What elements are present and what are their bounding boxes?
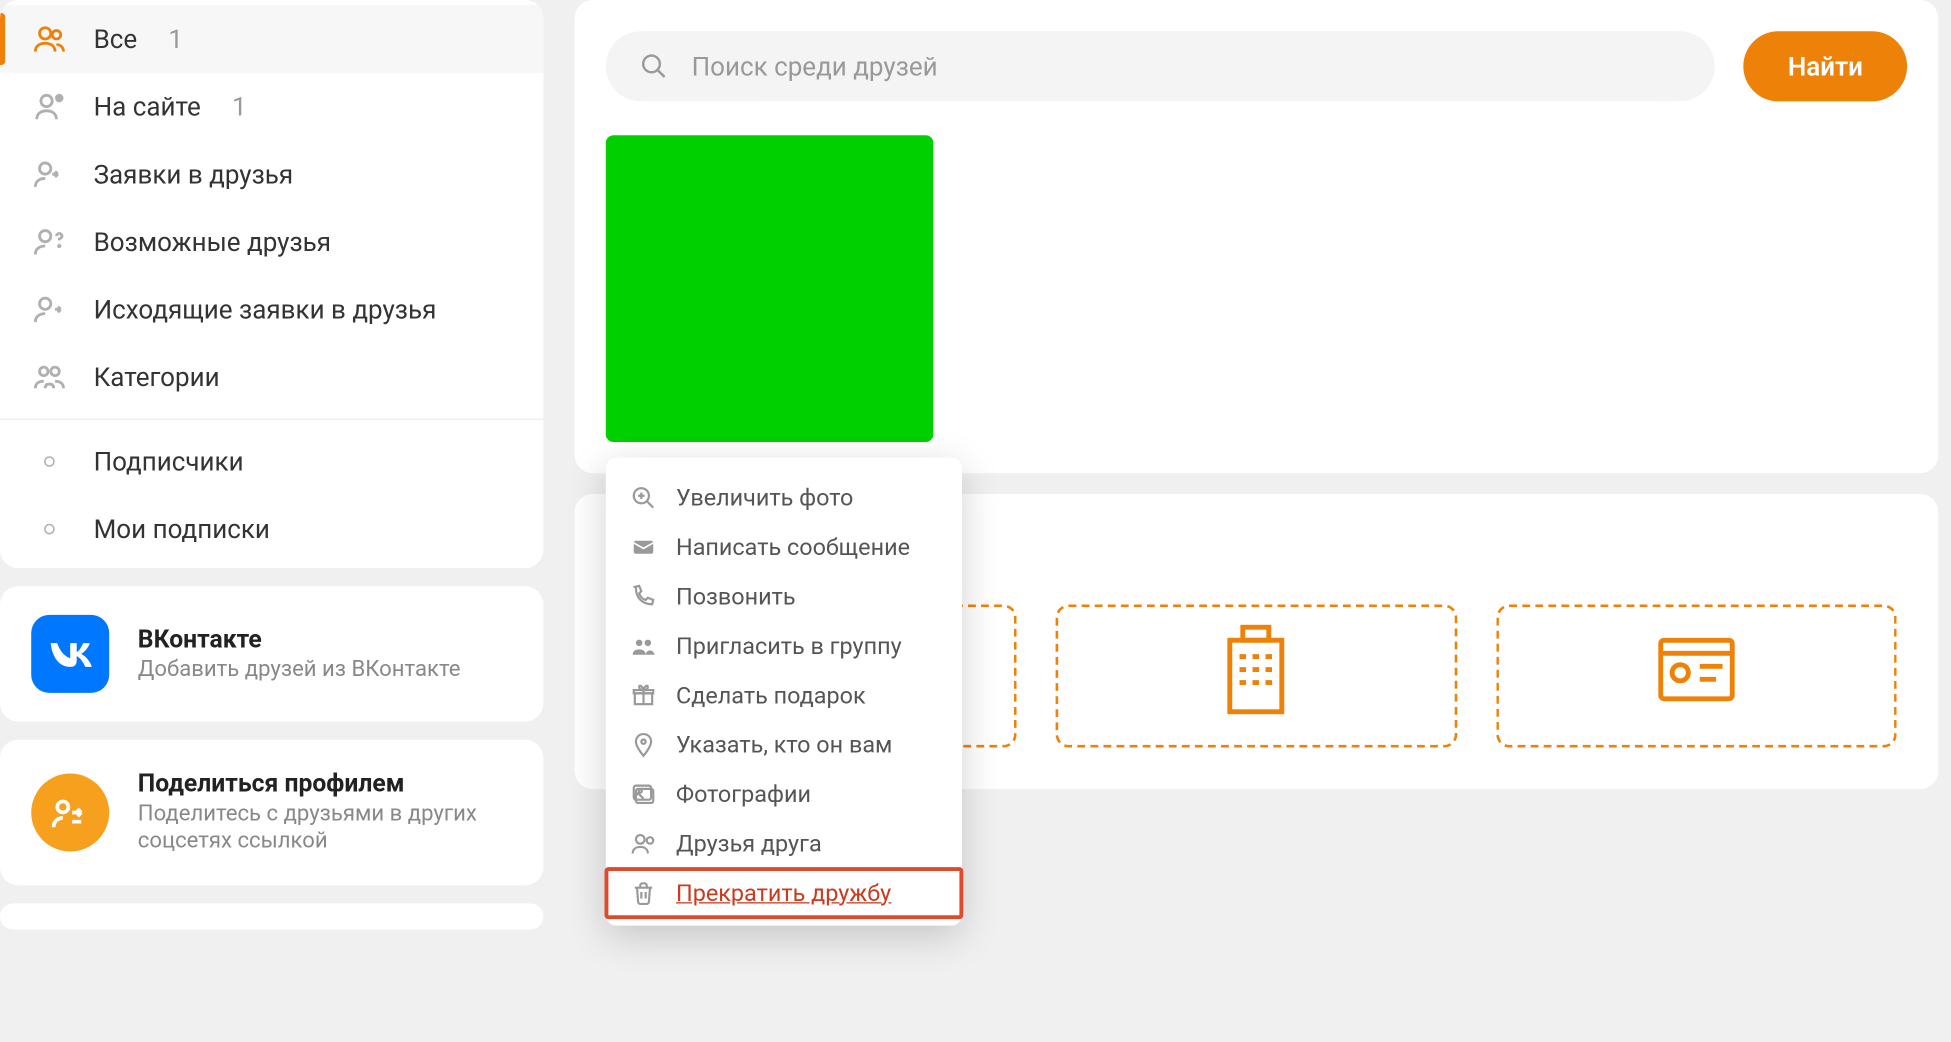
share-icon <box>31 773 109 851</box>
promo-title: ВКонтакте <box>138 624 461 654</box>
context-menu: Увеличить фото Написать сообщение Позвон… <box>606 458 962 926</box>
people-multi-icon <box>31 359 67 395</box>
nav-subscribers[interactable]: Подписчики <box>0 428 543 496</box>
sidebar: Все 1 На сайте 1 Заявки в друзья <box>0 0 543 929</box>
ctx-label: Увеличить фото <box>676 484 853 511</box>
nav-requests[interactable]: Заявки в друзья <box>0 140 543 208</box>
ctx-label: Фотографии <box>676 781 811 808</box>
ctx-label: Указать, кто он вам <box>676 731 892 758</box>
phone-icon <box>629 582 658 611</box>
ctx-mutual-friends[interactable]: Друзья друга <box>606 819 962 868</box>
ctx-label: Прекратить дружбу <box>676 879 891 906</box>
find-button[interactable]: Найти <box>1744 31 1907 101</box>
ctx-relation[interactable]: Указать, кто он вам <box>606 720 962 769</box>
nav-all[interactable]: Все 1 <box>0 5 543 73</box>
panel-stub <box>0 903 543 929</box>
zoom-icon <box>629 484 658 513</box>
nav-label: На сайте <box>94 91 201 122</box>
nav-label: Мои подписки <box>94 514 270 545</box>
promo-sub: Поделитесь с друзьями в других соцсетях … <box>138 801 512 856</box>
nav-label: Подписчики <box>94 446 244 477</box>
person-out-icon <box>31 291 67 327</box>
mail-icon <box>629 533 658 562</box>
friends-panel: Найти Увеличить фото Написать сообщение <box>575 0 1939 473</box>
promo-vk[interactable]: ВКонтакте Добавить друзей из ВКонтакте <box>0 586 543 721</box>
friend-photo[interactable] <box>606 135 934 442</box>
ctx-call[interactable]: Позвонить <box>606 572 962 621</box>
ctx-photos[interactable]: Фотографии <box>606 770 962 819</box>
promo-text: ВКонтакте Добавить друзей из ВКонтакте <box>138 624 461 684</box>
suggest-card-work[interactable] <box>1056 605 1457 748</box>
ctx-label: Пригласить в группу <box>676 632 902 659</box>
ctx-zoom-photo[interactable]: Увеличить фото <box>606 473 962 522</box>
nav-count: 1 <box>168 23 183 54</box>
nav-count: 1 <box>232 91 247 122</box>
promo-sub: Добавить друзей из ВКонтакте <box>138 656 461 684</box>
photos-icon <box>629 780 658 809</box>
nav-label: Все <box>94 23 138 54</box>
group-icon <box>629 632 658 661</box>
nav-label: Исходящие заявки в друзья <box>94 294 437 325</box>
ctx-label: Позвонить <box>676 583 796 610</box>
search-input[interactable] <box>692 51 1682 82</box>
promo-title: Поделиться профилем <box>138 768 512 798</box>
ctx-invite-group[interactable]: Пригласить в группу <box>606 621 962 670</box>
nav-outgoing[interactable]: Исходящие заявки в друзья <box>0 276 543 344</box>
main: Найти Увеличить фото Написать сообщение <box>575 0 1951 929</box>
promo-share[interactable]: Поделиться профилем Поделитесь с друзьям… <box>0 740 543 885</box>
friend-card[interactable]: Увеличить фото Написать сообщение Позвон… <box>606 135 934 442</box>
trash-icon <box>629 879 658 908</box>
person-arrow-icon <box>31 156 67 192</box>
ctx-label: Друзья друга <box>676 830 822 857</box>
nav-label: Категории <box>94 361 220 392</box>
person-q-icon <box>31 224 67 260</box>
nav-categories[interactable]: Категории <box>0 343 543 411</box>
circle-icon <box>31 511 67 547</box>
people-icon <box>31 21 67 57</box>
ctx-label: Написать сообщение <box>676 534 910 561</box>
nav-online[interactable]: На сайте 1 <box>0 73 543 141</box>
promo-text: Поделиться профилем Поделитесь с друзьям… <box>138 768 512 856</box>
nav-divider <box>0 419 543 420</box>
pin-person-icon <box>629 731 658 760</box>
ctx-message[interactable]: Написать сообщение <box>606 523 962 572</box>
circle-icon <box>31 443 67 479</box>
search-field[interactable] <box>606 31 1715 101</box>
nav-possible[interactable]: Возможные друзья <box>0 208 543 276</box>
nav-label: Заявки в друзья <box>94 159 294 190</box>
person-dot-icon <box>31 88 67 124</box>
suggest-card-profile[interactable] <box>1496 605 1897 748</box>
nav-label: Возможные друзья <box>94 226 331 257</box>
vk-icon <box>31 615 109 693</box>
search-icon <box>640 52 669 81</box>
gift-icon <box>629 681 658 710</box>
ctx-label: Сделать подарок <box>676 682 866 709</box>
ctx-gift[interactable]: Сделать подарок <box>606 671 962 720</box>
ctx-unfriend[interactable]: Прекратить дружбу <box>606 868 962 917</box>
nav-panel: Все 1 На сайте 1 Заявки в друзья <box>0 0 543 568</box>
nav-subscriptions[interactable]: Мои подписки <box>0 495 543 563</box>
friends-icon <box>629 829 658 858</box>
